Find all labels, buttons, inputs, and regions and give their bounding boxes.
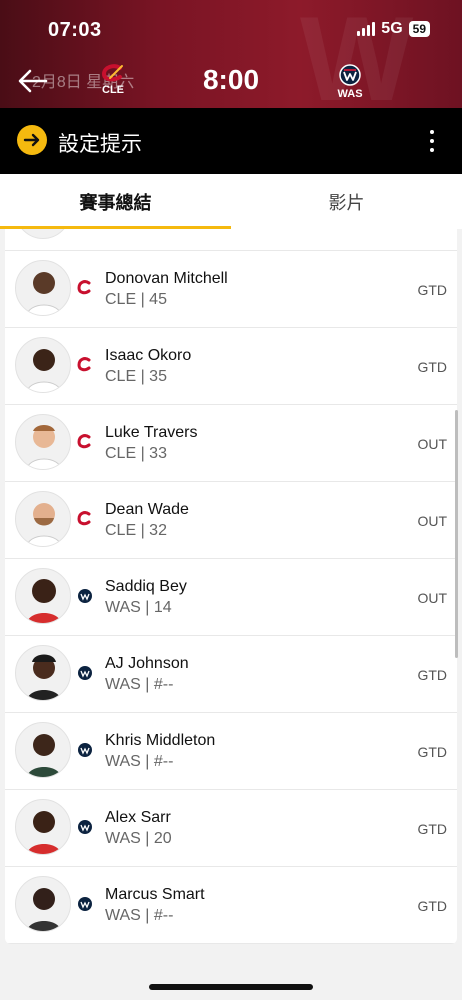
alert-settings-label: 設定提示 <box>58 133 142 156</box>
signal-icon <box>357 22 376 36</box>
player-name: Luke Travers <box>105 424 198 441</box>
injury-status: OUT <box>417 436 447 452</box>
player-avatar <box>15 722 71 778</box>
injury-status: GTD <box>417 282 447 298</box>
player-avatar <box>15 568 71 624</box>
network-label: 5G <box>381 20 403 37</box>
cavaliers-logo-icon <box>101 64 123 82</box>
list-item[interactable]: Dean Wade CLE | 32 OUT <box>5 482 457 559</box>
game-header: W 07:03 5G 59 2月8日 星期六 CLE 8:00 WAS <box>0 0 462 108</box>
scrollbar[interactable] <box>455 410 458 658</box>
cavaliers-logo-icon <box>77 357 91 372</box>
list-item-partial <box>5 229 457 251</box>
wizards-logo-icon <box>78 897 92 911</box>
more-options-icon[interactable] <box>428 130 436 152</box>
away-team[interactable]: WAS <box>332 64 368 100</box>
player-name: Khris Middleton <box>105 732 216 749</box>
player-name: Dean Wade <box>105 501 189 518</box>
injury-status: GTD <box>417 821 447 837</box>
player-avatar <box>15 876 71 932</box>
player-team-number: WAS | 20 <box>105 830 172 847</box>
list-item[interactable]: Saddiq Bey WAS | 14 OUT <box>5 559 457 636</box>
list-item[interactable]: Luke Travers CLE | 33 OUT <box>5 405 457 482</box>
wizards-logo-icon <box>78 820 92 834</box>
player-name: Isaac Okoro <box>105 347 192 364</box>
status-time: 07:03 <box>48 19 102 41</box>
player-team-number: CLE | 33 <box>105 445 167 462</box>
player-team-number: WAS | #-- <box>105 753 174 770</box>
player-name: Alex Sarr <box>105 809 171 826</box>
injury-status: GTD <box>417 744 447 760</box>
home-team-abbr: CLE <box>102 84 124 96</box>
tab-bar: 賽事總結 影片 <box>0 174 462 229</box>
player-team-number: CLE | 35 <box>105 368 167 385</box>
wizards-logo-icon <box>78 589 92 603</box>
list-item[interactable]: Donovan Mitchell CLE | 45 GTD <box>5 251 457 328</box>
status-icons: 5G 59 <box>357 20 430 38</box>
player-avatar <box>15 260 71 316</box>
player-avatar <box>15 645 71 701</box>
list-item[interactable]: Khris Middleton WAS | #-- GTD <box>5 713 457 790</box>
away-team-abbr: WAS <box>337 88 363 100</box>
injury-status: OUT <box>417 513 447 529</box>
wizards-logo-icon <box>78 666 92 680</box>
list-item[interactable]: AJ Johnson WAS | #-- GTD <box>5 636 457 713</box>
list-item[interactable]: Alex Sarr WAS | 20 GTD <box>5 790 457 867</box>
game-time: 8:00 <box>202 64 260 95</box>
injury-status: GTD <box>417 667 447 683</box>
back-arrow-icon <box>18 69 48 93</box>
player-name: Saddiq Bey <box>105 578 187 595</box>
injury-status: OUT <box>417 590 447 606</box>
cavaliers-logo-icon <box>77 511 91 526</box>
home-team[interactable]: CLE <box>98 64 128 96</box>
arrow-right-circle-icon <box>17 125 47 155</box>
list-item[interactable]: Marcus Smart WAS | #-- GTD <box>5 867 457 944</box>
player-name: Donovan Mitchell <box>105 270 228 287</box>
battery-icon: 59 <box>408 21 430 37</box>
player-team-number: CLE | 45 <box>105 291 167 308</box>
player-team-number: WAS | #-- <box>105 676 174 693</box>
back-button[interactable] <box>16 66 50 96</box>
player-avatar <box>15 337 71 393</box>
list-item[interactable]: Isaac Okoro CLE | 35 GTD <box>5 328 457 405</box>
wizards-logo-icon <box>339 64 361 86</box>
alert-settings-bar[interactable]: 設定提示 <box>0 108 462 174</box>
cavaliers-logo-icon <box>77 280 91 295</box>
wizards-logo-icon <box>78 743 92 757</box>
home-indicator[interactable] <box>149 984 313 990</box>
injury-status: GTD <box>417 898 447 914</box>
player-team-number: WAS | 14 <box>105 599 172 616</box>
player-avatar <box>15 799 71 855</box>
cavaliers-logo-icon <box>77 434 91 449</box>
player-avatar <box>15 414 71 470</box>
injury-status: GTD <box>417 359 447 375</box>
player-name: Marcus Smart <box>105 886 205 903</box>
player-avatar <box>15 229 71 239</box>
player-name: AJ Johnson <box>105 655 189 672</box>
tab-video[interactable]: 影片 <box>231 174 462 229</box>
player-avatar <box>15 491 71 547</box>
tab-game-summary[interactable]: 賽事總結 <box>0 174 231 229</box>
injury-list[interactable]: Donovan Mitchell CLE | 45 GTD Isaac Okor… <box>5 229 457 944</box>
player-team-number: WAS | #-- <box>105 907 174 924</box>
player-team-number: CLE | 32 <box>105 522 167 539</box>
